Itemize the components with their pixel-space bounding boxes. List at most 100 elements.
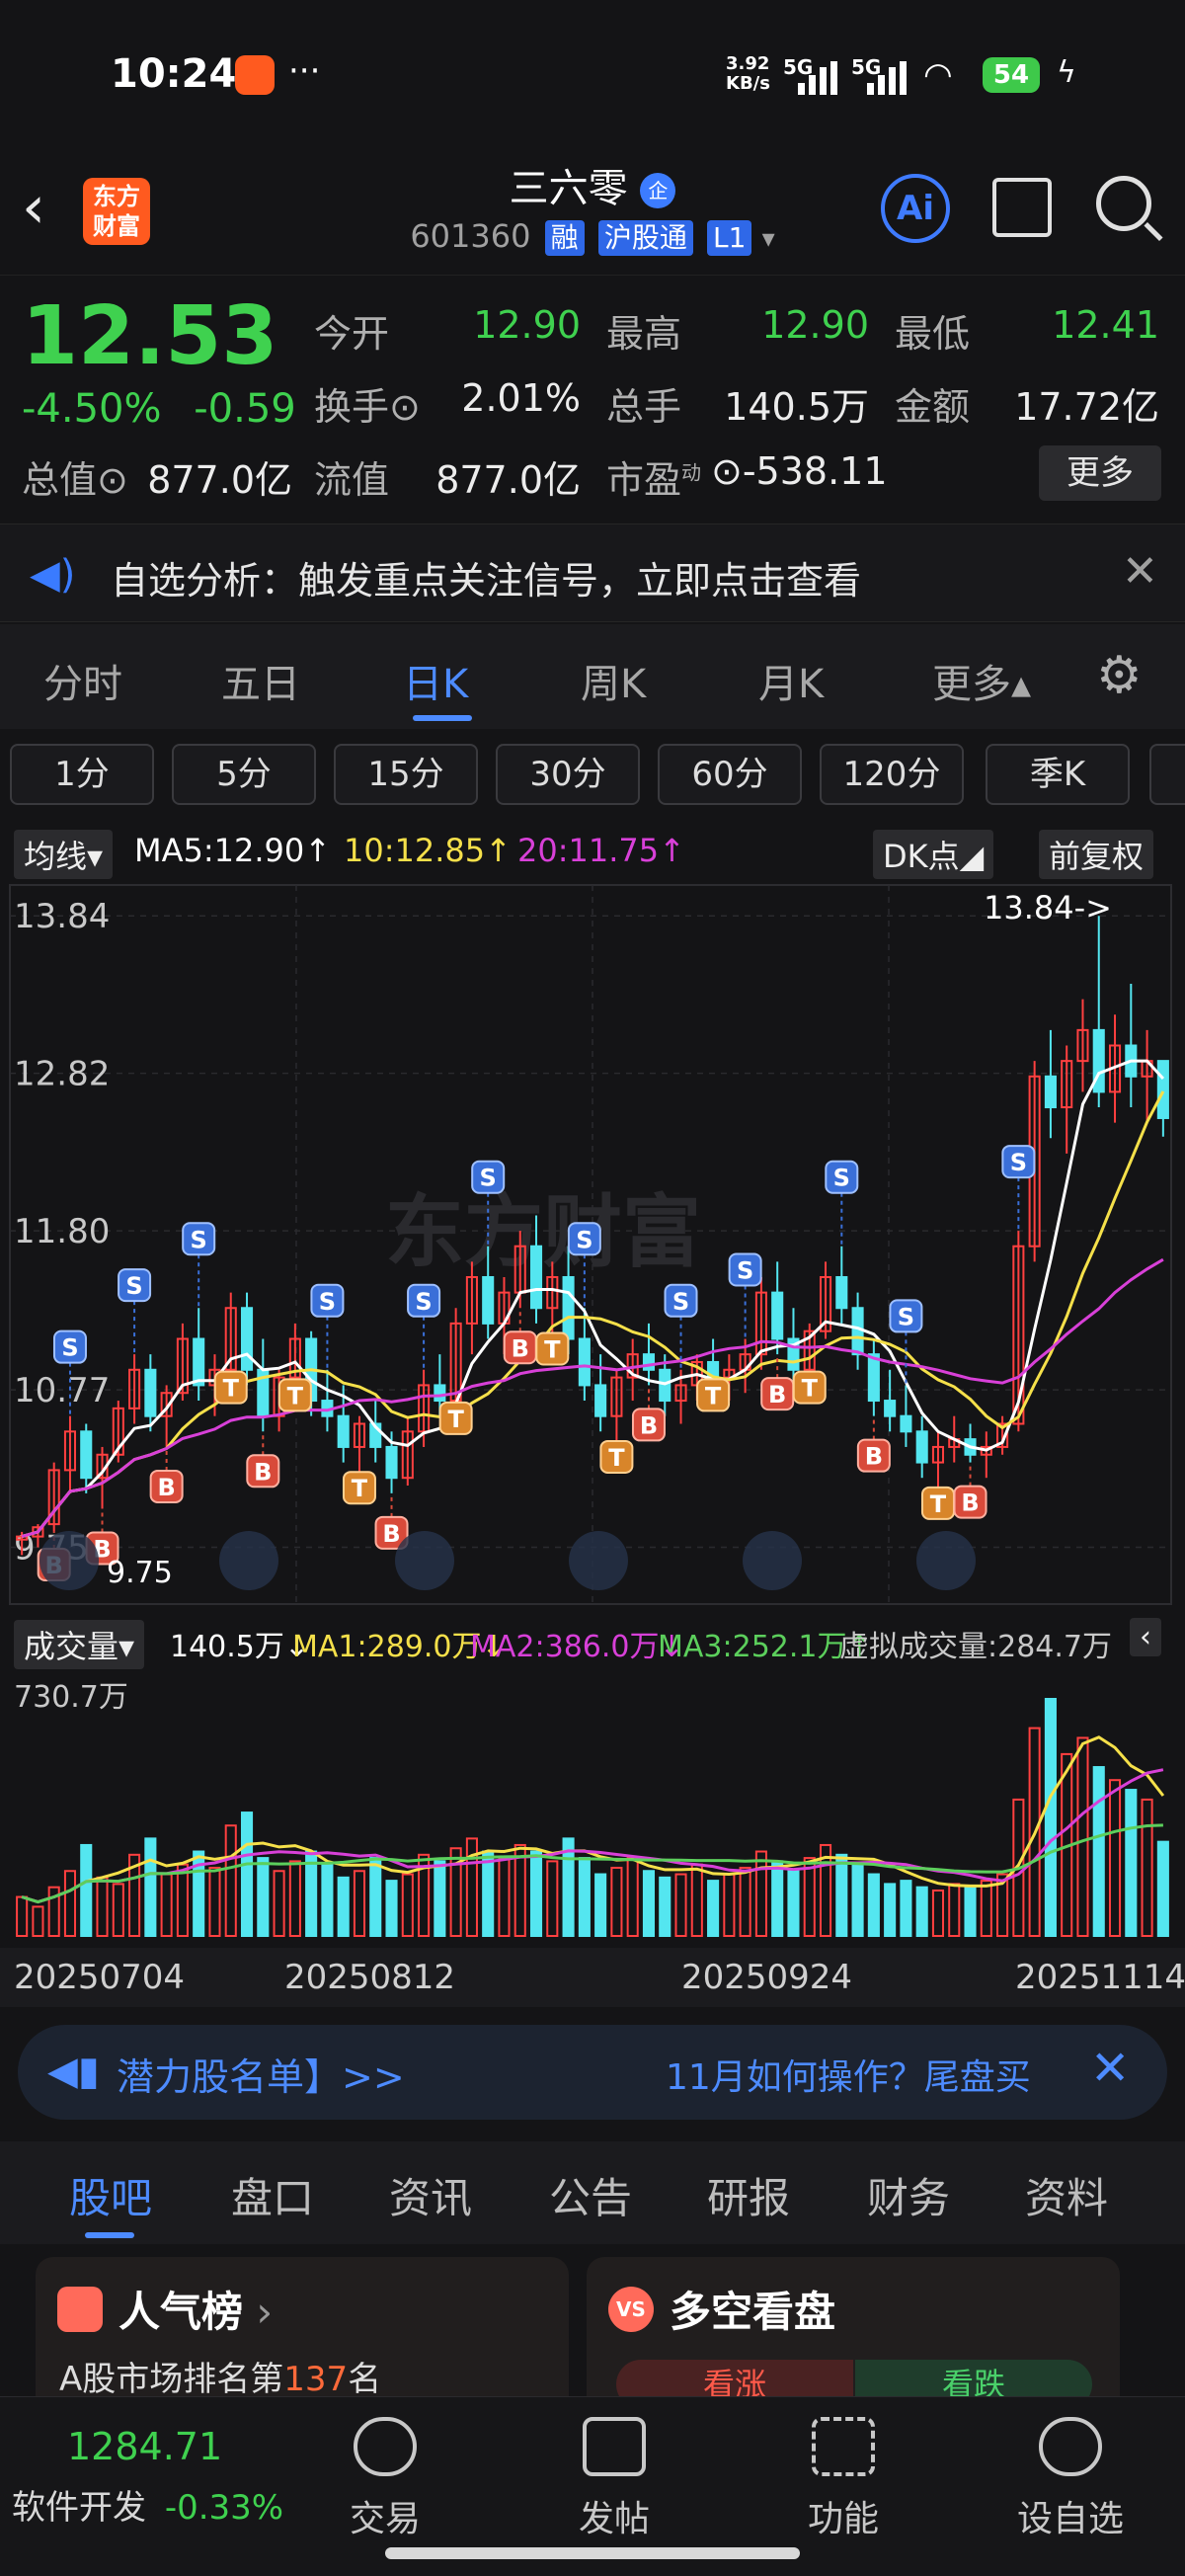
speaker-icon: ◀) [30, 552, 76, 598]
tab-research[interactable]: 研报 [707, 2165, 790, 2225]
candle-body [835, 1275, 848, 1310]
signal-letter: S [319, 1288, 336, 1316]
net-speed-unit: KB/s [726, 73, 770, 94]
period-30min[interactable]: 30分 [496, 744, 640, 805]
signal-letter: B [768, 1381, 786, 1409]
volume-bar [80, 1843, 93, 1937]
volume-selector[interactable]: 成交量▾ [14, 1620, 145, 1669]
promo-right-text[interactable]: 11月如何操作？尾盘买 [666, 2049, 1031, 2100]
volume-chart[interactable]: 730.7万 [0, 1669, 1185, 1948]
ma5-line [21, 1059, 1165, 1539]
signal-letter: S [415, 1288, 432, 1316]
enterprise-badge: 企 [640, 173, 676, 208]
close-icon[interactable]: ✕ [1122, 546, 1158, 597]
signal-letter: T [705, 1382, 722, 1409]
dk-point-toggle[interactable]: DK点◢ [873, 830, 994, 879]
volume-bar [257, 1857, 270, 1937]
volume-bar [1108, 1779, 1122, 1937]
margin-tag: 融 [544, 220, 585, 256]
volume-bars [16, 1698, 1169, 1938]
nav-trade-label: 交易 [349, 2499, 421, 2539]
rank-number: 137 [283, 2360, 349, 2399]
nav-trade[interactable]: 交易 [306, 2417, 464, 2541]
tab-more[interactable]: 更多▴ [932, 652, 1031, 709]
volume-bar [401, 1873, 414, 1937]
analysis-notice[interactable]: ◀) 自选分析：触发重点关注信号，立即点击查看 ✕ [0, 523, 1185, 622]
volume-bar [1125, 1789, 1138, 1937]
nav-post[interactable]: 发帖 [535, 2417, 693, 2541]
active-tab-indicator [413, 715, 472, 721]
tab-financials[interactable]: 财务 [867, 2165, 950, 2225]
tab-daily-k[interactable]: 日K [403, 652, 468, 709]
period-15min[interactable]: 15分 [334, 744, 478, 805]
search-icon[interactable] [1096, 176, 1151, 231]
signal-letter: T [352, 1475, 368, 1502]
settings-gear-icon[interactable]: ⚙ [1096, 646, 1143, 705]
volume-bar [707, 1880, 720, 1937]
volume-bar [498, 1857, 511, 1937]
ma-selector[interactable]: 均线▾ [14, 830, 114, 879]
nav-add-watchlist-label: 设自选 [1016, 2499, 1124, 2539]
turnover-label[interactable]: 换手⊙ [314, 376, 421, 431]
volume-bar [948, 1883, 961, 1938]
bull-bear-card[interactable]: VS 多空看盘 看涨 看跌 [587, 2257, 1120, 2415]
nav-add-watchlist[interactable]: 设自选 [991, 2417, 1149, 2541]
kline-chart[interactable]: 东方财富 13.8412.8211.8010.779.75 BSBSBSTBTS… [0, 879, 1185, 1610]
popularity-card[interactable]: 人气榜 › A股市场排名第137名 [36, 2257, 569, 2415]
tab-announcements[interactable]: 公告 [549, 2165, 632, 2225]
volume-bar [224, 1824, 237, 1937]
tab-weekly-k[interactable]: 周K [581, 652, 646, 709]
popularity-title: 人气榜 › [118, 2288, 274, 2336]
collapse-chevron-icon[interactable]: ‹ [1130, 1618, 1161, 1656]
candle-body [642, 1353, 656, 1371]
tab-handicap[interactable]: 盘口 [231, 2165, 314, 2225]
signal-letter: T [608, 1444, 625, 1472]
stock-code: 601360 [410, 217, 531, 255]
period-1min[interactable]: 1分 [10, 744, 154, 805]
signal-bars-1-icon [798, 61, 841, 101]
nav-functions[interactable]: 功能 [764, 2417, 922, 2541]
volume-bar [674, 1873, 687, 1937]
vol-ma2: MA2:386.0万↓ [470, 1630, 684, 1664]
volume-bar [529, 1850, 543, 1938]
tab-monthly-k[interactable]: 月K [758, 652, 824, 709]
notification-app-icon [235, 55, 275, 95]
volume-bar [112, 1883, 124, 1938]
promo-banner[interactable]: ◀▮ 潜力股名单】>> 11月如何操作？尾盘买 ✕ [18, 2025, 1167, 2120]
share-icon[interactable] [992, 178, 1052, 237]
period-5min[interactable]: 5分 [172, 744, 316, 805]
net-speed-value: 3.92 [726, 53, 770, 74]
ma-legend: 均线▾ MA5:12.90↑ 10:12.85↑ 20:11.75↑ DK点◢ … [0, 820, 1185, 879]
date-label-1: 20250704 [14, 1958, 186, 1997]
volume-bar [787, 1870, 800, 1938]
volume-bar [659, 1876, 672, 1937]
tab-news[interactable]: 资讯 [389, 2165, 472, 2225]
index-value[interactable]: 1284.71 [67, 2425, 222, 2468]
signal-letter: T [802, 1375, 819, 1403]
tab-profile[interactable]: 资料 [1025, 2165, 1108, 2225]
candle-body [562, 1275, 575, 1340]
period-120min[interactable]: 120分 [820, 744, 964, 805]
info-tab-indicator [85, 2232, 134, 2238]
promo-left-text[interactable]: 潜力股名单】>> [117, 2047, 405, 2101]
total-value-label[interactable]: 总值⊙ [22, 449, 128, 504]
volume-now: 140.5万↓ [170, 1630, 310, 1664]
period-60min[interactable]: 60分 [658, 744, 802, 805]
period-overflow[interactable] [1149, 744, 1185, 805]
adjust-button[interactable]: 前复权 [1039, 830, 1154, 879]
date-axis: 20250704 20250812 20250924 20251114 [0, 1948, 1185, 2007]
tab-five-day[interactable]: 五日 [221, 652, 300, 709]
info-tabs: 股吧 盘口 资讯 公告 研报 财务 资料 [0, 2141, 1185, 2244]
tab-guba[interactable]: 股吧 [69, 2165, 152, 2225]
scroll-right-icon [743, 1531, 802, 1590]
tab-intraday[interactable]: 分时 [43, 652, 122, 709]
more-button[interactable]: 更多 [1039, 445, 1161, 501]
battery-icon: 54 [983, 57, 1040, 93]
period-quarter-k[interactable]: 季K [986, 744, 1130, 805]
index-info[interactable]: 软件开发 -0.33% [12, 2480, 283, 2529]
close-banner-icon[interactable]: ✕ [1090, 2041, 1130, 2096]
signal-bars-2-icon [867, 61, 910, 101]
high-label: 最高 [606, 312, 682, 356]
ai-button[interactable]: Ai [881, 174, 950, 243]
rank-prefix: A股市场排名第 [59, 2360, 284, 2399]
